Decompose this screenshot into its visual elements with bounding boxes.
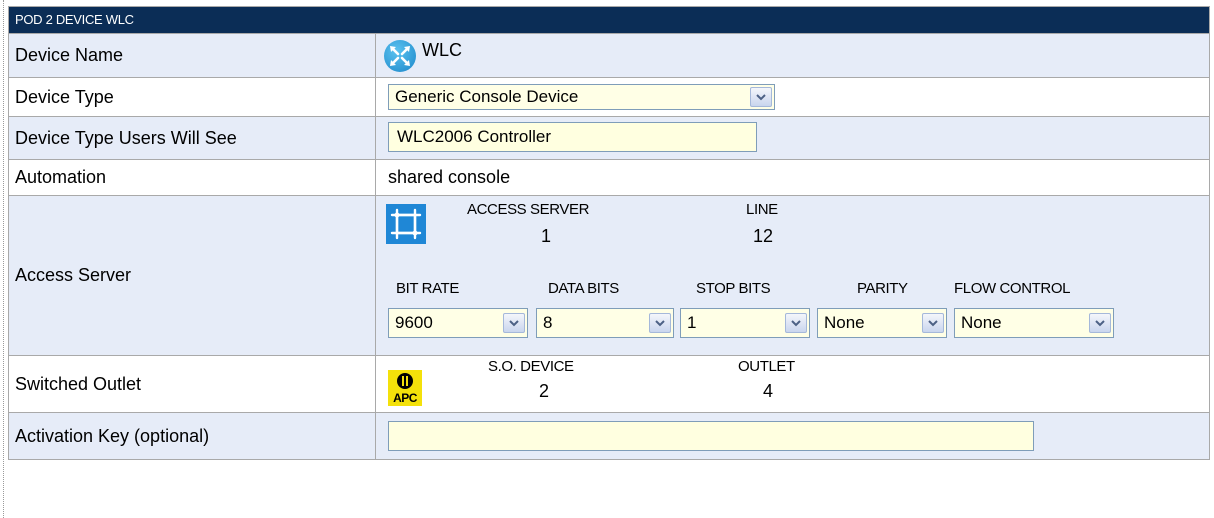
flow-control-select[interactable]: None (954, 308, 1114, 338)
stop-bits-select[interactable]: 1 (680, 308, 810, 338)
activation-key-label: Activation Key (optional) (9, 413, 376, 459)
device-type-selected: Generic Console Device (395, 87, 579, 106)
so-device-header: S.O. DEVICE (488, 358, 574, 375)
row-activation-key: Activation Key (optional) (9, 412, 1209, 459)
row-device-type: Device Type Generic Console Device (9, 77, 1209, 116)
data-bits-header: DATA BITS (548, 280, 619, 297)
chevron-down-icon[interactable] (750, 87, 772, 107)
outlet-number: 4 (762, 381, 773, 401)
panel-header: POD 2 DEVICE WLC (9, 7, 1209, 33)
flow-control-header: FLOW CONTROL (954, 280, 1071, 297)
row-automation: Automation shared console (9, 159, 1209, 195)
stop-bits-header: STOP BITS (696, 280, 771, 297)
access-server-label: Access Server (9, 196, 376, 355)
access-server-header: ACCESS SERVER (467, 201, 590, 218)
activation-key-value-cell (376, 413, 1209, 459)
device-settings-panel: POD 2 DEVICE WLC Device Name WLC Device … (8, 6, 1210, 460)
row-device-name: Device Name WLC (9, 33, 1209, 77)
device-type-label: Device Type (9, 78, 376, 116)
device-type-select[interactable]: Generic Console Device (388, 84, 775, 110)
row-switched-outlet: Switched Outlet APC S.O. DEVICE 2 OUTLET… (9, 355, 1209, 412)
outlet-header: OUTLET (738, 358, 795, 375)
line-header: LINE (746, 201, 778, 218)
automation-label: Automation (9, 160, 376, 195)
device-type-users-value-cell: WLC2006 Controller (376, 117, 1209, 159)
so-device-number: 2 (538, 381, 549, 401)
switched-outlet-label: Switched Outlet (9, 356, 376, 412)
row-access-server: Access Server ACCESS SERVER 1 LINE 12 BI… (9, 195, 1209, 355)
bit-rate-selected: 9600 (395, 313, 433, 332)
data-bits-selected: 8 (543, 313, 553, 332)
device-name-label: Device Name (9, 34, 376, 77)
chevron-down-icon[interactable] (785, 313, 807, 333)
device-type-users-label: Device Type Users Will See (9, 117, 376, 159)
device-type-value-cell: Generic Console Device (376, 78, 1209, 116)
switched-outlet-value-cell: APC S.O. DEVICE 2 OUTLET 4 (376, 356, 1209, 412)
wireless-controller-icon (384, 39, 416, 72)
apc-icon-text: APC (393, 391, 417, 405)
device-name-text: WLC (422, 40, 462, 60)
apc-power-icon: APC (388, 370, 422, 406)
access-server-number: 1 (540, 226, 551, 246)
access-server-icon (386, 204, 426, 244)
page-edge-guide (3, 0, 4, 518)
stop-bits-selected: 1 (687, 313, 697, 332)
access-server-value-cell: ACCESS SERVER 1 LINE 12 BIT RATE DATA BI… (376, 196, 1209, 355)
bit-rate-select[interactable]: 9600 (388, 308, 528, 338)
automation-value: shared console (388, 167, 511, 187)
device-type-users-input[interactable]: WLC2006 Controller (388, 122, 757, 152)
chevron-down-icon[interactable] (503, 313, 525, 333)
parity-select[interactable]: None (817, 308, 947, 338)
bit-rate-header: BIT RATE (396, 280, 459, 297)
line-number: 12 (752, 226, 774, 246)
chevron-down-icon[interactable] (922, 313, 944, 333)
data-bits-select[interactable]: 8 (536, 308, 674, 338)
flow-control-selected: None (961, 313, 1002, 332)
activation-key-input[interactable] (388, 421, 1034, 451)
chevron-down-icon[interactable] (1089, 313, 1111, 333)
device-type-users-text: WLC2006 Controller (397, 127, 552, 146)
row-device-type-users: Device Type Users Will See WLC2006 Contr… (9, 116, 1209, 159)
parity-selected: None (824, 313, 865, 332)
chevron-down-icon[interactable] (649, 313, 671, 333)
device-name-value-cell: WLC (376, 34, 1209, 77)
panel-title: POD 2 DEVICE WLC (15, 12, 134, 27)
